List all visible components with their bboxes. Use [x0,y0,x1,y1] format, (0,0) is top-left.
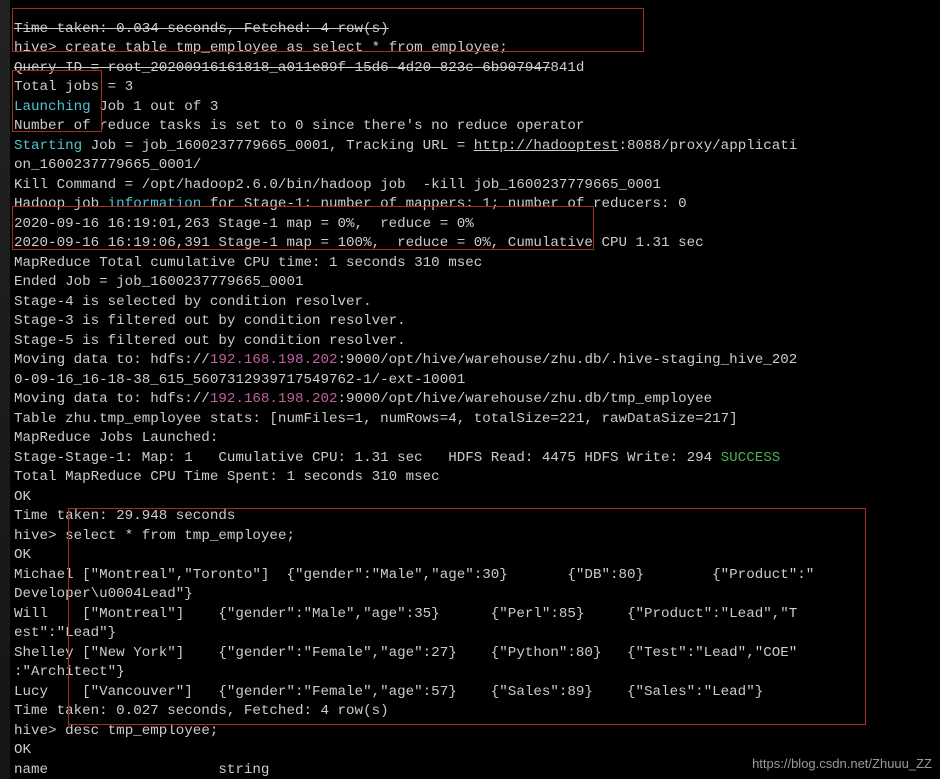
total-cpu-time: Total MapReduce CPU Time Spent: 1 second… [14,469,440,485]
row-shelley-1: Shelley ["New York"] {"gender":"Female",… [14,645,797,661]
row-will-1: Will ["Montreal"] {"gender":"Male","age"… [14,606,797,622]
ok-2: OK [14,547,31,563]
row-shelley-2: :"Architect"} [14,664,125,680]
row-michael-1: Michael ["Montreal","Toronto"] {"gender"… [14,567,814,583]
row-will-2: est":"Lead"} [14,625,116,641]
success-keyword: SUCCESS [721,450,781,466]
moving-data-2c: :9000/opt/hive/warehouse/zhu.db/tmp_empl… [338,391,713,407]
starting-rest: Job = job_1600237779665_0001, Tracking U… [82,138,474,154]
row-michael-2: Developer\u0004Lead"} [14,586,193,602]
query-id-part2: 841d [550,60,584,76]
stage5-filtered: Stage-5 is filtered out by condition res… [14,333,406,349]
row-lucy: Lucy ["Vancouver"] {"gender":"Female","a… [14,684,763,700]
information-keyword: information [108,196,202,212]
moving-data-1a: Moving data to: hdfs:// [14,352,210,368]
ip-address-1: 192.168.198.202 [210,352,338,368]
line-time-prev: Time taken: 0.034 seconds, Fetched: 4 ro… [14,21,389,37]
reduce-tasks-info: Number of reduce tasks is set to 0 since… [14,118,584,134]
stage1-progress-100: 2020-09-16 16:19:06,391 Stage-1 map = 10… [14,235,704,251]
stage3-filtered: Stage-3 is filtered out by condition res… [14,313,406,329]
stage4-selected: Stage-4 is selected by condition resolve… [14,294,372,310]
starting-keyword: Starting [14,138,82,154]
tracking-url-host[interactable]: http://hadooptest [474,138,619,154]
time-taken-create: Time taken: 29.948 seconds [14,508,235,524]
cmd-select[interactable]: select * from tmp_employee; [65,528,295,544]
moving-data-1c: :9000/opt/hive/warehouse/zhu.db/.hive-st… [338,352,798,368]
cmd-create-table[interactable]: create table tmp_employee as select * fr… [65,40,508,56]
time-taken-select: Time taken: 0.027 seconds, Fetched: 4 ro… [14,703,389,719]
hadoop-job-a: Hadoop job [14,196,108,212]
ip-address-2: 192.168.198.202 [210,391,338,407]
query-id-part1: Query ID = root_20200916161818_a011e89f-… [14,60,550,76]
desc-name-string: name string [14,762,269,778]
moving-data-1-line2: 0-09-16_16-18-38_615_5607312939717549762… [14,372,465,388]
hive-prompt: hive> [14,40,65,56]
watermark-text: https://blog.csdn.net/Zhuuu_ZZ [752,754,932,774]
tracking-url-line2: on_1600237779665_0001/ [14,157,201,173]
moving-data-2a: Moving data to: hdfs:// [14,391,210,407]
total-jobs: Total jobs = 3 [14,79,133,95]
stage-summary: Stage-Stage-1: Map: 1 Cumulative CPU: 1.… [14,450,721,466]
mapreduce-cpu-time: MapReduce Total cumulative CPU time: 1 s… [14,255,482,271]
launching-keyword: Launching [14,99,91,115]
terminal-output: Time taken: 0.034 seconds, Fetched: 4 ro… [0,0,940,779]
tracking-url-rest: :8088/proxy/applicati [619,138,798,154]
kill-command: Kill Command = /opt/hadoop2.6.0/bin/hado… [14,177,661,193]
ok-3: OK [14,742,31,758]
mapreduce-launched: MapReduce Jobs Launched: [14,430,218,446]
hadoop-job-c: for Stage-1: number of mappers: 1; numbe… [201,196,686,212]
hive-prompt-3: hive> [14,723,65,739]
ended-job: Ended Job = job_1600237779665_0001 [14,274,303,290]
cmd-desc[interactable]: desc tmp_employee; [65,723,218,739]
stage1-progress-0: 2020-09-16 16:19:01,263 Stage-1 map = 0%… [14,216,474,232]
launching-rest: Job 1 out of 3 [91,99,219,115]
left-gutter [0,0,10,779]
hive-prompt-2: hive> [14,528,65,544]
ok-1: OK [14,489,31,505]
table-stats: Table zhu.tmp_employee stats: [numFiles=… [14,411,738,427]
